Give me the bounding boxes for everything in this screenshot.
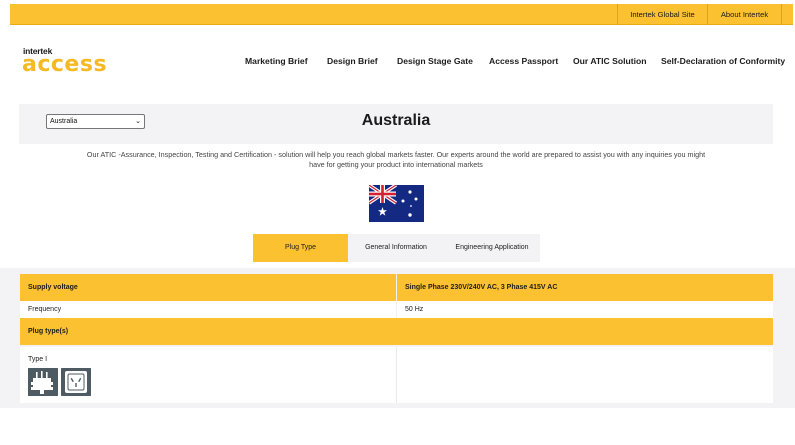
plug-types-label: Plug type(s) (28, 328, 69, 335)
tab-general-information[interactable]: General Information (348, 234, 444, 262)
table-row-plug-types-header: Plug type(s) (20, 318, 773, 345)
nav-design-stage-gate[interactable]: Design Stage Gate (397, 56, 473, 68)
intertek-access-logo[interactable]: intertek access (22, 46, 123, 80)
intro-line-2: have for getting your product into inter… (309, 160, 483, 169)
logo-access-text: access (22, 52, 108, 77)
intertek-global-site-link[interactable]: Intertek Global Site (617, 4, 707, 25)
intro-line-1: Our ATIC -Assurance, Inspection, Testing… (86, 150, 706, 159)
australia-flag-icon (369, 185, 424, 222)
plug-type-name: Type I (28, 356, 48, 363)
supply-voltage-label: Supply voltage (28, 284, 78, 291)
table-row-supply-voltage: Supply voltage Single Phase 230V/240V AC… (20, 274, 773, 301)
nav-access-passport[interactable]: Access Passport (489, 56, 558, 68)
frequency-value: 50 Hz (405, 306, 424, 313)
column-divider (396, 347, 397, 403)
frequency-label: Frequency (28, 306, 62, 313)
top-utility-bar: Intertek Global Site About Intertek (10, 4, 793, 25)
tab-plug-type[interactable]: Plug Type (253, 234, 348, 262)
page-title: Australia (361, 112, 431, 129)
chevron-down-icon: ⌄ (135, 118, 141, 125)
table-row-plug-type-i: Type I (20, 347, 773, 403)
supply-voltage-value: Single Phase 230V/240V AC, 3 Phase 415V … (405, 284, 558, 291)
plug-type-i-socket-icon (61, 368, 91, 396)
nav-self-declaration[interactable]: Self-Declaration of Conformity (661, 56, 785, 68)
plug-type-i-plug-icon (28, 368, 58, 396)
tab-engineering-application[interactable]: Engineering Application (444, 234, 540, 262)
table-row-frequency: Frequency 50 Hz (20, 301, 773, 318)
country-select[interactable]: Australia ⌄ (46, 114, 145, 129)
country-select-value: Australia (50, 118, 78, 125)
about-intertek-link[interactable]: About Intertek (707, 4, 782, 25)
nav-design-brief[interactable]: Design Brief (327, 56, 378, 68)
nav-our-atic-solution[interactable]: Our ATIC Solution (573, 56, 647, 68)
nav-marketing-brief[interactable]: Marketing Brief (245, 56, 308, 68)
intro-text: Our ATIC -Assurance, Inspection, Testing… (60, 150, 732, 170)
